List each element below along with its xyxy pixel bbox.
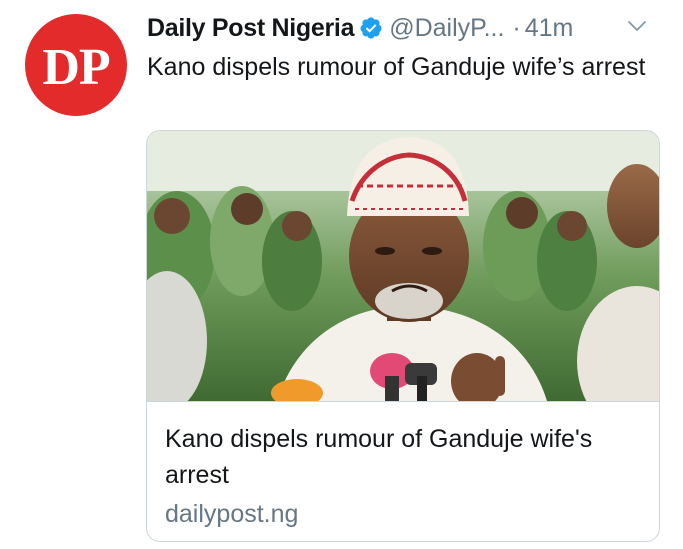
separator-dot: ·: [512, 13, 521, 42]
avatar[interactable]: DP: [25, 14, 127, 116]
link-card[interactable]: Kano dispels rumour of Ganduje wife's ar…: [146, 130, 660, 542]
chevron-down-icon[interactable]: [625, 14, 649, 38]
handle[interactable]: @DailyP...: [389, 14, 504, 43]
card-domain[interactable]: dailypost.ng: [165, 497, 298, 531]
tweet-header: Daily Post Nigeria @DailyP... · 41m: [147, 10, 667, 46]
tweet[interactable]: DP Daily Post Nigeria @DailyP... · 41m K…: [0, 0, 683, 549]
avatar-logo-text: DP: [42, 39, 110, 96]
tweet-text: Kano dispels rumour of Ganduje wife’s ar…: [147, 53, 646, 81]
timestamp[interactable]: 41m: [525, 14, 574, 43]
card-image[interactable]: [147, 131, 659, 402]
verified-badge-icon: [360, 17, 382, 39]
display-name[interactable]: Daily Post Nigeria: [147, 14, 354, 43]
card-title[interactable]: Kano dispels rumour of Ganduje wife's ar…: [165, 421, 635, 493]
